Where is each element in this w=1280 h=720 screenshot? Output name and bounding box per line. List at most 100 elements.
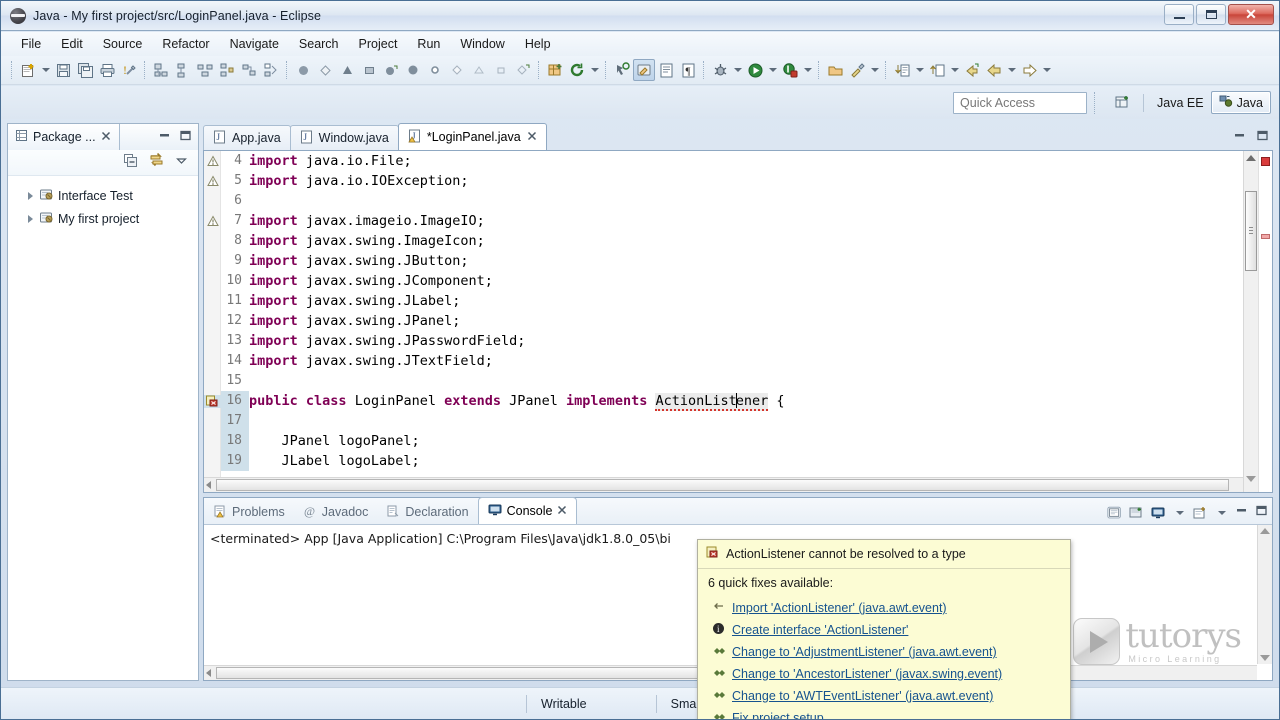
scroll-up-arrow[interactable] (1246, 155, 1257, 165)
forward-dropdown-arrow[interactable] (1040, 59, 1053, 81)
editor-tab-loginpanel-java[interactable]: J *LoginPanel.java (397, 123, 547, 150)
pilcrow-icon[interactable]: ¶ (677, 59, 699, 81)
marker-7-icon[interactable] (512, 59, 534, 81)
new-interface-icon[interactable] (216, 59, 238, 81)
perspective-drag-handle[interactable] (1094, 91, 1104, 114)
line-marker-icon[interactable] (204, 215, 221, 227)
scroll-left-arrow[interactable] (206, 481, 211, 489)
java-triangle-icon[interactable] (336, 59, 358, 81)
maximize-view-icon[interactable] (1255, 504, 1268, 522)
quickfix-item-change-ancestorlistener[interactable]: Change to 'AncestorListener' (javax.swin… (698, 663, 1070, 685)
minimize-button[interactable] (1164, 4, 1194, 25)
search-reference-icon[interactable] (611, 59, 633, 81)
console-vertical-scrollbar[interactable] (1257, 525, 1272, 664)
chevron-right-icon[interactable] (28, 214, 33, 223)
maximize-button[interactable] (1196, 4, 1226, 25)
code-editor[interactable]: 4 import java.io.File; 5 import java.io.IOE… (204, 151, 1243, 492)
tab-package-explorer[interactable]: Package ... (8, 124, 120, 150)
perspective-java[interactable]: Java (1210, 91, 1271, 114)
java-square-icon[interactable] (358, 59, 380, 81)
java-circle-icon[interactable] (292, 59, 314, 81)
save-icon[interactable] (52, 59, 74, 81)
marker-5-icon[interactable] (468, 59, 490, 81)
quickfix-item-label[interactable]: Change to 'AdjustmentListener' (java.awt… (732, 645, 997, 659)
forward-icon[interactable] (1018, 59, 1040, 81)
marker-2-icon[interactable] (402, 59, 424, 81)
editor-tab-app-java[interactable]: J App.java (203, 125, 291, 150)
quickfix-item-import[interactable]: Import 'ActionListener' (java.awt.event) (698, 597, 1070, 619)
line-marker-icon[interactable] (204, 155, 221, 167)
back-dropdown-arrow[interactable] (1005, 59, 1018, 81)
quickfix-item-fix-project-setup[interactable]: Fix project setup... (698, 707, 1070, 719)
menu-navigate[interactable]: Navigate (220, 34, 289, 54)
scroll-left-arrow[interactable] (206, 669, 211, 677)
external-tools-dropdown-arrow[interactable] (868, 59, 881, 81)
menu-project[interactable]: Project (349, 34, 408, 54)
close-button[interactable]: ✕ (1228, 4, 1274, 25)
refresh-dropdown-arrow[interactable] (588, 59, 601, 81)
quickfix-item-change-adjustmentlistener[interactable]: Change to 'AdjustmentListener' (java.awt… (698, 641, 1070, 663)
minimize-view-icon[interactable] (1235, 504, 1248, 522)
debug-dropdown-arrow[interactable] (731, 59, 744, 81)
print-icon[interactable] (96, 59, 118, 81)
menu-run[interactable]: Run (407, 34, 450, 54)
editor-overview-ruler[interactable] (1258, 151, 1272, 492)
scroll-down-arrow[interactable] (1246, 476, 1257, 486)
perspective-java-ee[interactable]: Java EE (1150, 94, 1211, 112)
close-icon[interactable] (557, 504, 567, 518)
new-wizard-icon[interactable] (17, 59, 39, 81)
run-dropdown-arrow[interactable] (766, 59, 779, 81)
menu-file[interactable]: File (11, 34, 51, 54)
maximize-view-icon[interactable] (1256, 129, 1269, 147)
new-class-icon[interactable] (194, 59, 216, 81)
editor-vertical-scrollbar[interactable] (1243, 151, 1258, 492)
vscroll-thumb[interactable] (1245, 191, 1257, 271)
open-type-icon[interactable] (824, 59, 846, 81)
next-annotation-icon[interactable] (891, 59, 913, 81)
new-console-dropdown-arrow[interactable] (1215, 502, 1228, 524)
tab-javadoc[interactable]: @ Javadoc (294, 500, 378, 524)
minimize-view-icon[interactable] (1233, 129, 1246, 147)
quickfix-item-label[interactable]: Change to 'AncestorListener' (javax.swin… (732, 667, 1002, 681)
menu-source[interactable]: Source (93, 34, 153, 54)
quickfix-item-label[interactable]: Change to 'AWTEventListener' (java.awt.e… (732, 689, 993, 703)
new-package-icon[interactable] (172, 59, 194, 81)
tab-declaration[interactable]: Declaration (377, 500, 477, 524)
new-annotation-icon[interactable] (260, 59, 282, 81)
open-console-icon[interactable] (1129, 506, 1144, 521)
previous-annotation-dropdown-arrow[interactable] (948, 59, 961, 81)
tab-problems[interactable]: Problems (204, 500, 294, 524)
link-with-editor-icon[interactable] (148, 152, 165, 173)
marker-6-icon[interactable] (490, 59, 512, 81)
run-icon[interactable] (744, 59, 766, 81)
java-diamond-icon[interactable] (314, 59, 336, 81)
menu-search[interactable]: Search (289, 34, 349, 54)
marker-1-icon[interactable] (380, 59, 402, 81)
close-icon[interactable] (527, 130, 537, 144)
build-all-icon[interactable]: ! (118, 59, 140, 81)
coverage-icon[interactable] (779, 59, 801, 81)
quickfix-item-label[interactable]: Create interface 'ActionListener' (732, 623, 908, 637)
pin-console-icon[interactable] (1151, 506, 1166, 521)
coverage-dropdown-arrow[interactable] (801, 59, 814, 81)
scroll-down-arrow[interactable] (1260, 655, 1270, 661)
new-window-icon[interactable] (544, 59, 566, 81)
next-annotation-dropdown-arrow[interactable] (913, 59, 926, 81)
editor-tab-window-java[interactable]: J Window.java (289, 125, 399, 150)
collapse-all-icon[interactable] (123, 153, 138, 173)
editor-horizontal-scrollbar[interactable] (204, 477, 1243, 492)
tree-item-my-first-project[interactable]: My first project (8, 207, 198, 230)
new-dropdown-arrow[interactable] (39, 59, 52, 81)
menu-help[interactable]: Help (515, 34, 561, 54)
close-icon[interactable] (101, 130, 111, 144)
quickfix-item-change-awteventlistener[interactable]: Change to 'AWTEventListener' (java.awt.e… (698, 685, 1070, 707)
tree-item-interface-test[interactable]: Interface Test (8, 184, 198, 207)
debug-icon[interactable] (709, 59, 731, 81)
menu-edit[interactable]: Edit (51, 34, 93, 54)
new-console-view-icon[interactable] (1193, 506, 1208, 521)
overview-warning-marker[interactable] (1261, 234, 1270, 239)
pin-dropdown-arrow[interactable] (1173, 502, 1186, 524)
new-enum-icon[interactable] (238, 59, 260, 81)
display-selected-console-icon[interactable] (1107, 506, 1122, 521)
view-menu-icon[interactable] (175, 154, 188, 172)
